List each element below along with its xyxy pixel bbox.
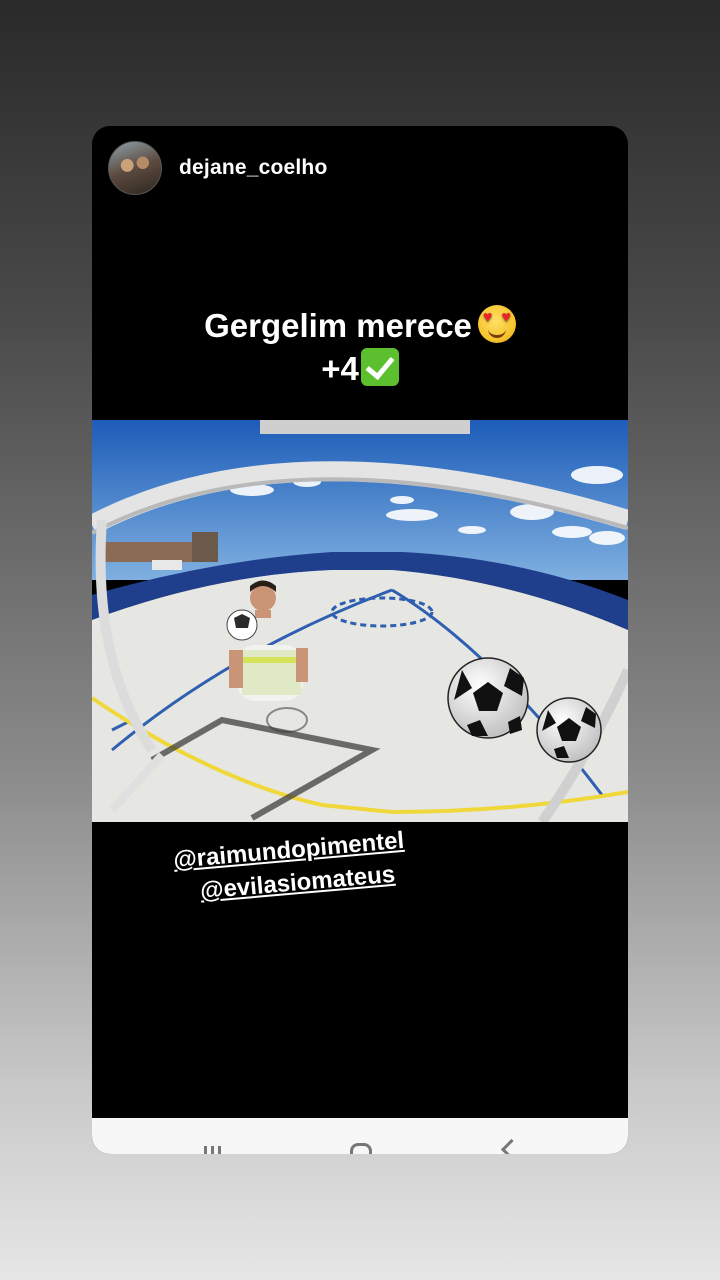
heart-eyes-emoji-icon	[477, 305, 516, 343]
username[interactable]: dejane_coelho	[179, 156, 327, 180]
soccer-ball-icon	[536, 697, 602, 763]
system-navigation-bar	[92, 1118, 628, 1154]
check-mark-emoji-icon	[360, 348, 399, 386]
court-scene	[92, 420, 628, 822]
home-icon[interactable]	[350, 1143, 372, 1154]
back-icon[interactable]	[500, 1138, 523, 1154]
story-header: dejane_coelho	[108, 140, 327, 196]
story-card[interactable]: dejane_coelho Gergelim merece +4	[92, 126, 628, 1154]
story-caption: Gergelim merece +4	[92, 304, 628, 390]
avatar[interactable]	[108, 141, 162, 195]
caption-line-1: Gergelim merece	[204, 307, 472, 344]
mention-stickers: @raimundopimentel @evilasiomateus	[172, 824, 408, 910]
caption-line-2: +4	[321, 350, 359, 387]
story-photo-futsal-court	[92, 420, 628, 822]
soccer-ball-icon	[447, 657, 529, 739]
recent-apps-icon[interactable]	[204, 1146, 222, 1154]
